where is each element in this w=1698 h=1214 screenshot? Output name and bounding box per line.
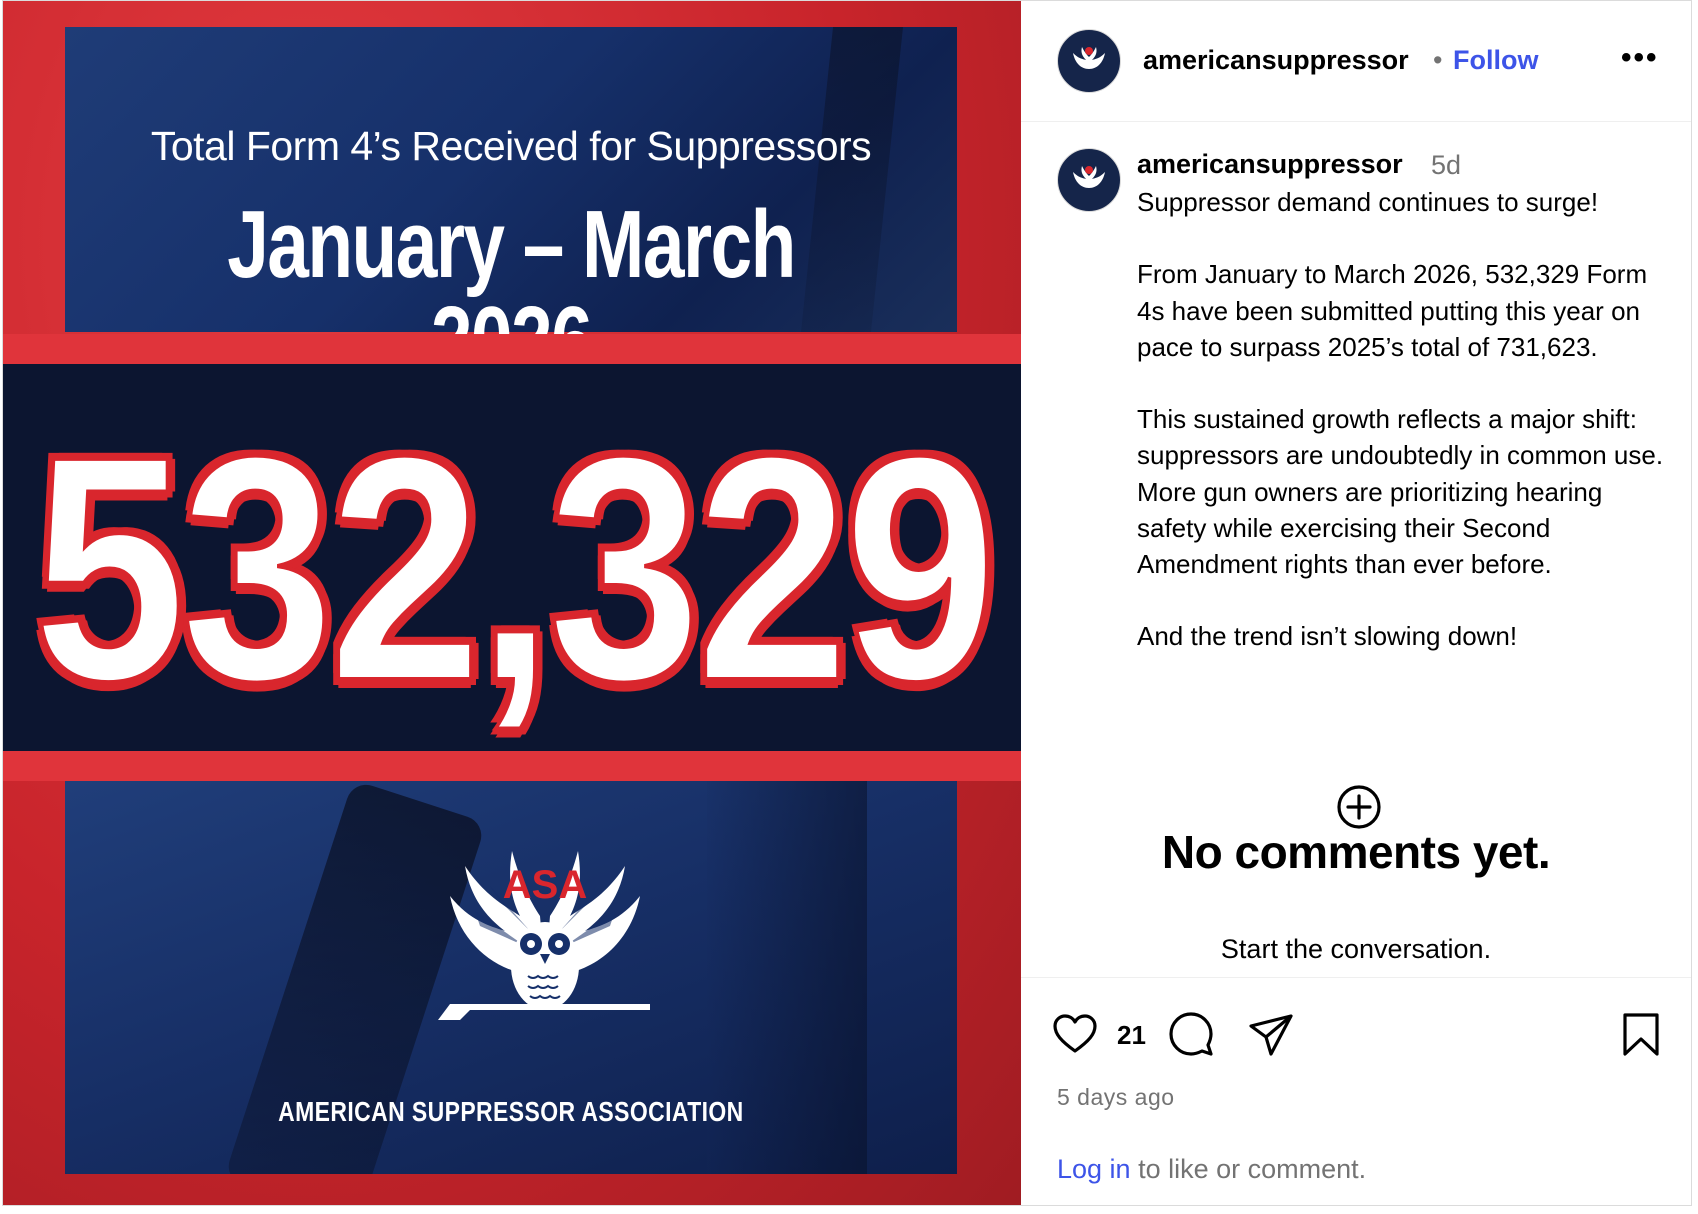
login-prompt: Log in to like or comment. <box>1057 1154 1367 1184</box>
avatar[interactable] <box>1057 29 1121 93</box>
no-comments-title: No comments yet. <box>1161 826 1551 878</box>
asa-owl-logo: ASA <box>438 851 650 1020</box>
avatar-logo-icon <box>1073 166 1105 188</box>
caption-paragraph: And the trend isn’t slowing down! <box>1137 621 1518 652</box>
post-date: 5 days ago <box>1057 1084 1175 1110</box>
big-number: 532,329 <box>31 389 998 747</box>
login-link[interactable]: Log in <box>1057 1154 1131 1184</box>
separator-dot: • <box>1433 45 1443 75</box>
caption-paragraph: Suppressor demand continues to surge! <box>1137 187 1599 217</box>
post-image: Total Form 4’s Received for Suppressors … <box>3 1 1021 1205</box>
caption: americansuppressor 5d Suppressor demand … <box>1021 122 1691 977</box>
caption-time[interactable]: 5d <box>1431 150 1461 181</box>
likes-count[interactable]: 21 <box>1117 1020 1146 1051</box>
more-icon[interactable]: ••• <box>1621 41 1659 75</box>
add-comment-icon <box>1337 785 1381 829</box>
share-icon[interactable] <box>1247 1010 1295 1058</box>
caption-author[interactable]: americansuppressor <box>1137 149 1403 180</box>
logo-panel: ASA AMERICAN SUPPRESSOR ASSOCIATION <box>65 781 957 1174</box>
comment-icon[interactable] <box>1167 1010 1215 1058</box>
headline-panel: Total Form 4’s Received for Suppressors … <box>65 27 957 389</box>
svg-text:ASA: ASA <box>503 863 587 907</box>
bookmark-icon[interactable] <box>1617 1010 1665 1058</box>
headline-subtitle: Total Form 4’s Received for Suppressors <box>150 123 872 169</box>
avatar-logo-icon <box>1073 47 1105 69</box>
instagram-post: Total Form 4’s Received for Suppressors … <box>2 0 1692 1206</box>
username[interactable]: americansuppressor <box>1143 45 1409 76</box>
post-sidebar: americansuppressor • Follow ••• american… <box>1021 1 1691 1205</box>
follow-button[interactable]: Follow <box>1453 45 1538 76</box>
caption-paragraph: This sustained growth reflects a major s… <box>1137 404 1664 579</box>
caption-avatar[interactable] <box>1057 148 1121 212</box>
association-name: AMERICAN SUPPRESSOR ASSOCIATION <box>278 1096 744 1127</box>
no-comments-subtitle: Start the conversation. <box>1220 934 1492 964</box>
action-bar: 21 5 days ago Log in to like or comment. <box>1021 977 1691 1205</box>
heart-icon[interactable] <box>1051 1010 1099 1058</box>
post-header: americansuppressor • Follow ••• <box>1021 1 1691 122</box>
caption-paragraph: From January to March 2026, 532,329 Form… <box>1137 259 1648 362</box>
caption-text: Suppressor demand continues to surge! Fr… <box>1137 184 1677 691</box>
